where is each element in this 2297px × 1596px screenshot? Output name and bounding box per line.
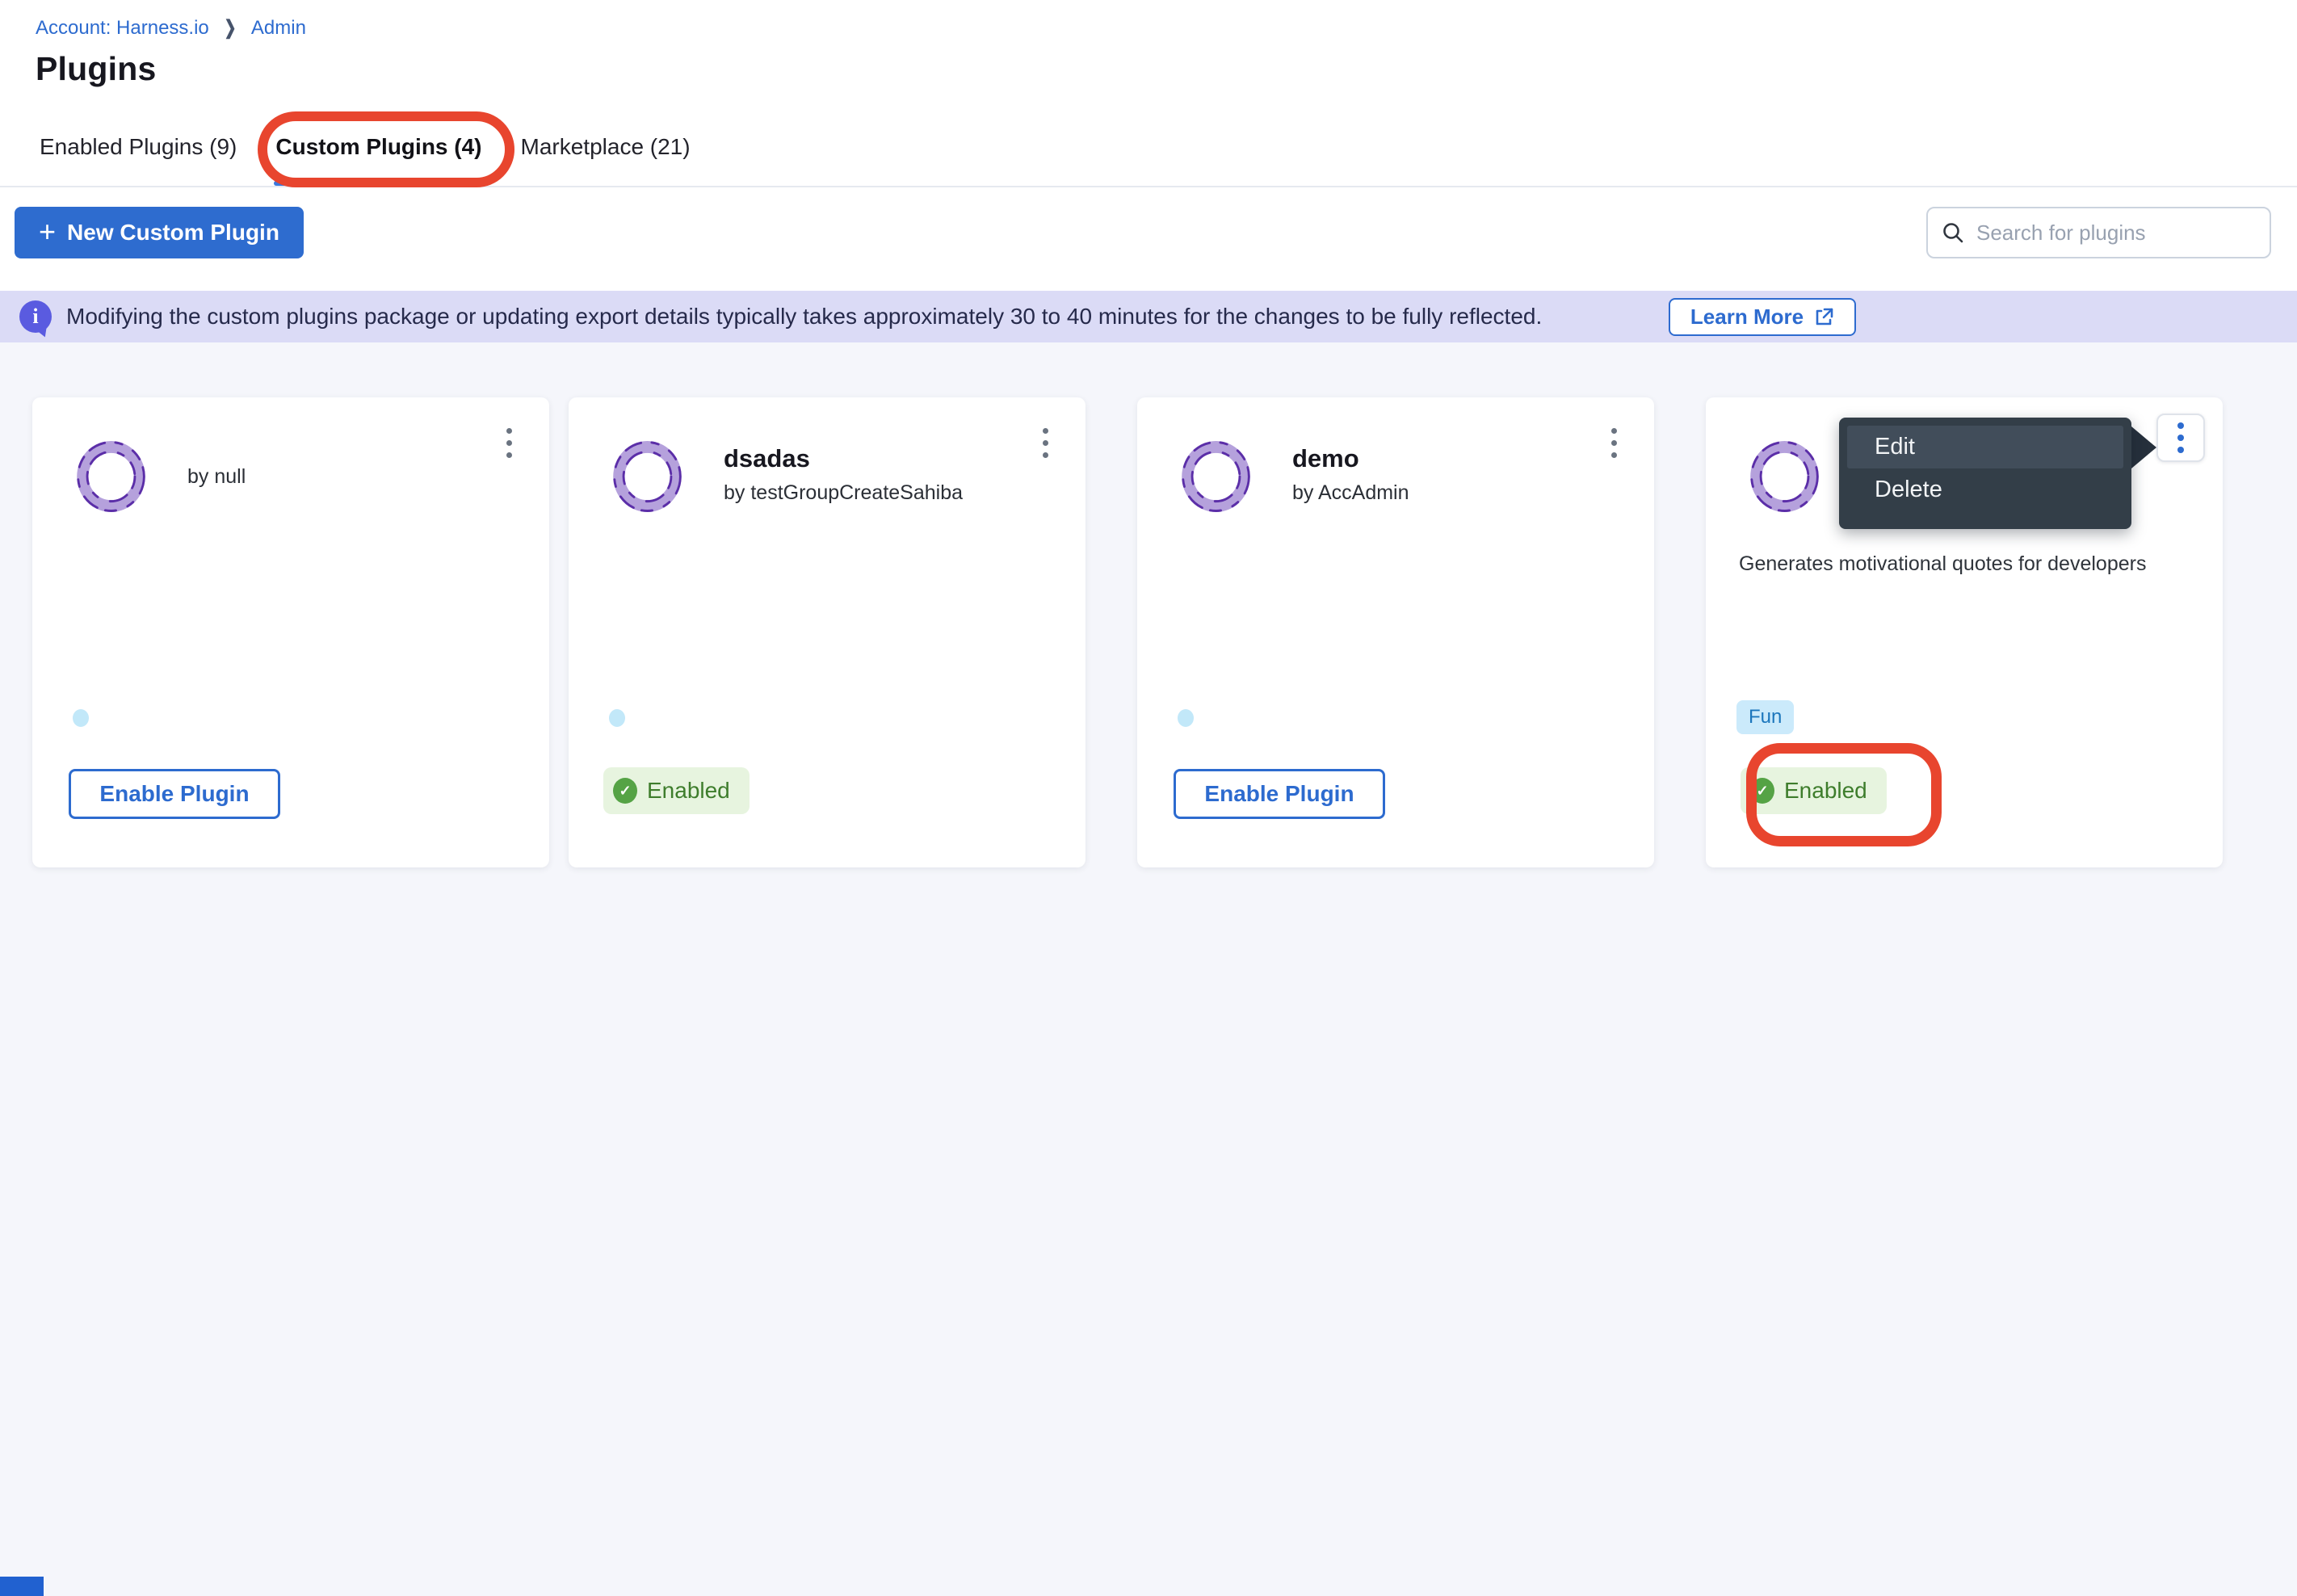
enabled-status-badge: ✓ Enabled [1741,767,1887,814]
learn-more-label: Learn More [1690,304,1804,330]
breadcrumb-admin-link[interactable]: Admin [251,17,306,40]
menu-item-edit[interactable]: Edit [1847,426,2123,468]
blue-dot [609,709,625,727]
cards-area: by null Enable Plugin dsadas by testGrou… [0,342,2297,1596]
search-input[interactable] [1976,220,2257,246]
plugin-search [1926,207,2271,258]
learn-more-button[interactable]: Learn More [1669,298,1856,336]
info-banner: i Modifying the custom plugins package o… [0,291,2297,342]
check-circle-icon: ✓ [1750,778,1774,804]
breadcrumb-account-link[interactable]: Account: Harness.io [36,17,209,40]
new-custom-plugin-label: New Custom Plugin [67,220,279,246]
kebab-menu-icon[interactable] [501,426,517,460]
enable-plugin-button[interactable]: Enable Plugin [1174,769,1385,819]
menu-item-delete[interactable]: Delete [1847,468,2123,511]
plugins-page: Account: Harness.io ❯ Admin Plugins Enab… [0,0,2297,1596]
fun-tag: Fun [1736,700,1794,734]
enabled-label: Enabled [647,778,730,804]
tab-marketplace[interactable]: Marketplace (21) [521,108,691,186]
corner-artifact [0,1577,44,1596]
plugin-name: dsadas [724,444,810,473]
tab-custom-plugins[interactable]: Custom Plugins (4) [275,108,481,186]
search-icon [1941,220,1965,245]
new-custom-plugin-button[interactable]: + New Custom Plugin [15,207,304,258]
tab-enabled-plugins[interactable]: Enabled Plugins (9) [40,108,237,186]
banner-message: Modifying the custom plugins package or … [66,304,1542,330]
kebab-menu-icon[interactable] [1606,426,1622,460]
kebab-menu-icon[interactable] [1037,426,1053,460]
tab-divider [0,186,2297,187]
plus-icon: + [39,217,56,246]
plugin-author: by testGroupCreateSahiba [724,481,963,505]
plugin-logo-icon [73,437,149,516]
page-title: Plugins [36,50,156,88]
plugin-logo-icon [609,437,686,516]
plugin-name: demo [1292,444,1359,473]
info-icon: i [19,300,52,333]
kebab-menu-button[interactable] [2156,414,2205,462]
plugin-description: Generates motivational quotes for develo… [1739,552,2179,576]
blue-dot [73,709,89,727]
plugin-card-dsadas: dsadas by testGroupCreateSahiba ✓ Enable… [569,397,1086,867]
plugin-author: by AccAdmin [1292,481,1409,505]
blue-dot [1178,709,1194,727]
plugin-author: by null [187,465,246,489]
chevron-right-icon: ❯ [224,16,236,40]
plugin-card-null: by null Enable Plugin [32,397,549,867]
breadcrumb: Account: Harness.io ❯ Admin [36,16,306,40]
external-link-icon [1813,307,1834,328]
tab-bar: Enabled Plugins (9) Custom Plugins (4) M… [40,108,691,186]
plugin-logo-icon [1746,437,1823,516]
plugin-logo-icon [1178,437,1254,516]
enable-plugin-button[interactable]: Enable Plugin [69,769,280,819]
plugin-card-demo: demo by AccAdmin Enable Plugin [1137,397,1654,867]
plugin-card-motivational: Edit Delete Generates motivational quote… [1706,397,2223,867]
enabled-label: Enabled [1784,778,1867,804]
context-menu-pointer [2131,426,2156,468]
check-circle-icon: ✓ [613,778,637,804]
enabled-status-badge: ✓ Enabled [603,767,750,814]
context-menu: Edit Delete [1839,418,2131,529]
